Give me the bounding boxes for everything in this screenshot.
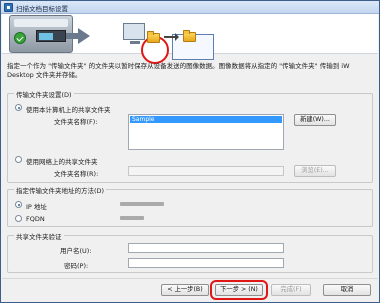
local-folder-radio[interactable]: [15, 104, 22, 111]
group-title: 传输文件夹设置(D): [14, 89, 74, 99]
group-title: 指定传输文件夹地址的方法(D): [14, 185, 107, 195]
list-item[interactable]: Sample: [130, 116, 282, 123]
cancel-button[interactable]: 取消: [323, 284, 371, 296]
auth-group: 共享文件夹验证 用户名(U): 密码(P):: [7, 231, 373, 273]
computer-icon: [123, 23, 145, 44]
network-folder-radio[interactable]: [15, 156, 22, 163]
transfer-folder-group: 传输文件夹设置(D) 使用本计算机上的共享文件夹 文件夹名称(F): Sampl…: [7, 89, 373, 183]
fqdn-radio[interactable]: [15, 215, 22, 222]
network-folder-label: 使用网络上的共享文件夹: [26, 158, 98, 166]
app-icon: [4, 3, 13, 12]
arrow-right-icon: [164, 33, 179, 41]
ip-address-label: IP 地址: [26, 203, 47, 211]
folder-icon: [147, 31, 160, 43]
password-input[interactable]: [128, 258, 284, 268]
back-button[interactable]: < 上一步(B): [161, 284, 209, 296]
fqdn-label: FQDN: [26, 215, 45, 223]
new-folder-button[interactable]: 新建(W)...: [294, 114, 336, 126]
browse-button[interactable]: 浏览(E)...: [294, 165, 336, 177]
network-folder-name-label: 文件夹名称(R):: [54, 170, 99, 178]
next-button-highlight: [210, 280, 268, 300]
description-text: 指定一个作为 "传输文件夹" 的文件夹以暂时保存从设备发送的图像数据。图像数据将…: [7, 62, 350, 79]
scanner-icon: [9, 15, 73, 53]
arrow-icon: [66, 28, 90, 44]
group-title: 共享文件夹验证: [14, 231, 64, 241]
folder-icon: [183, 30, 196, 42]
finish-button[interactable]: 完成(F): [271, 284, 311, 296]
fqdn-value: [120, 216, 144, 220]
address-method-group: 指定传输文件夹地址的方法(D) IP 地址 FQDN: [7, 185, 373, 227]
footer-divider: [2, 278, 378, 279]
username-input[interactable]: [128, 243, 284, 253]
password-label: 密码(P):: [64, 262, 89, 270]
title-bar: 扫描文档目标设置: [1, 1, 379, 14]
local-folder-label: 使用本计算机上的共享文件夹: [26, 106, 111, 114]
ip-address-value: [120, 202, 164, 206]
folder-name-label: 文件夹名称(F):: [54, 118, 98, 126]
network-folder-field[interactable]: [128, 166, 284, 176]
ip-address-radio[interactable]: [15, 201, 22, 208]
window-title: 扫描文档目标设置: [16, 5, 68, 13]
username-label: 用户名(U):: [60, 247, 92, 255]
folder-list[interactable]: Sample: [128, 114, 284, 150]
dialog-window: 扫描文档目标设置 指定一个作为 "传输文件夹" 的文件夹以暂时保存从设备发送的图…: [0, 0, 380, 303]
